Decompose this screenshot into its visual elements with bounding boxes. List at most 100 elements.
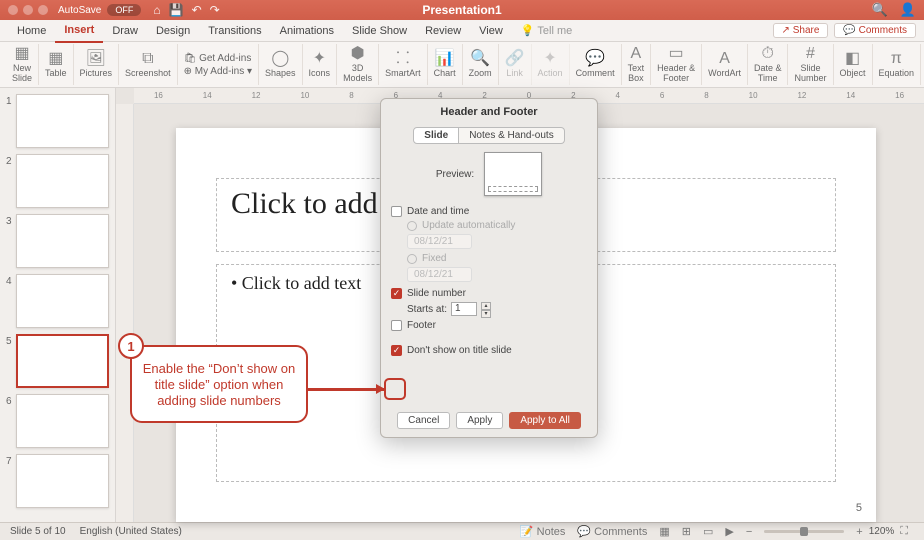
tab-insert[interactable]: Insert [55,19,103,43]
tab-slideshow[interactable]: Slide Show [343,20,416,42]
thumbnail-7[interactable]: 7 [6,454,109,508]
pictures-button[interactable]: 🖼Pictures [74,44,120,85]
thumbnail-1[interactable]: 1 [6,94,109,148]
action-button: ✦Action [532,44,570,85]
document-title: Presentation1 [422,3,501,17]
status-language[interactable]: English (United States) [80,526,182,537]
header-footer-dialog: Header and Footer Slide Notes & Hand-out… [380,98,598,438]
wordart-button[interactable]: AWordArt [702,44,748,85]
apply-button[interactable]: Apply [456,412,503,429]
fixed-option: Fixed [407,253,587,264]
zoom-button[interactable]: 🔍Zoom [463,44,499,85]
share-button[interactable]: ↗ Share [773,23,829,38]
annotation-arrow [308,388,384,391]
zoom-in-button[interactable]: + [856,526,862,538]
fixed-date-field: 08/12/21 [407,267,472,282]
smartart-button[interactable]: ⸬SmartArt [379,44,428,85]
user-icon[interactable]: 👤 [900,2,916,18]
preview-thumbnail [484,152,542,196]
slide-number-checkbox[interactable]: ✓ [391,288,402,299]
dont-show-title-checkbox[interactable]: ✓ [391,345,402,356]
window-controls[interactable] [8,5,48,15]
apply-all-button[interactable]: Apply to All [509,412,580,429]
undo-icon[interactable]: ↶ [192,3,202,17]
chart-button[interactable]: 📊Chart [428,44,463,85]
starts-at-row: Starts at: 1 ▴▾ [407,302,587,316]
tab-slide[interactable]: Slide [413,127,459,144]
auto-date-field: 08/12/21 [407,234,472,249]
zoom-slider[interactable] [764,530,844,533]
new-slide-button[interactable]: ▦New Slide [6,44,39,85]
get-addins-button[interactable]: 🛍 Get Add-ins [184,53,252,64]
annotation-callout: 1 Enable the “Don’t show on title slide”… [130,345,308,423]
footer-option[interactable]: Footer [391,320,587,331]
tab-animations[interactable]: Animations [271,20,343,42]
footer-checkbox[interactable] [391,320,402,331]
ribbon-tabs: Home Insert Draw Design Transitions Anim… [0,20,924,42]
dialog-title: Header and Footer [381,99,597,125]
redo-icon[interactable]: ↷ [210,3,220,17]
starts-at-stepper[interactable]: ▴▾ [481,302,491,316]
link-button: 🔗Link [499,44,532,85]
3d-models-button[interactable]: ⬢3D Models [337,44,379,85]
slide-page-number: 5 [856,502,862,514]
date-time-option[interactable]: Date and time [391,206,587,217]
search-icon[interactable]: 🔍 [872,2,888,18]
thumbnail-2[interactable]: 2 [6,154,109,208]
status-slide-count: Slide 5 of 10 [10,526,66,537]
tab-view[interactable]: View [470,20,512,42]
vertical-ruler [116,104,134,522]
comments-status-button[interactable]: 💬 Comments [577,525,647,538]
tab-notes-handouts[interactable]: Notes & Hand-outs [459,127,565,144]
comments-button[interactable]: 💬 Comments [834,23,916,38]
date-time-checkbox[interactable] [391,206,402,217]
tab-review[interactable]: Review [416,20,470,42]
autosave-toggle[interactable]: OFF [107,4,141,16]
equation-button[interactable]: πEquation [873,44,922,85]
datetime-button[interactable]: ⏱Date & Time [748,44,789,85]
object-button[interactable]: ◧Object [834,44,873,85]
normal-view-icon[interactable]: ▦ [659,525,669,538]
slidenumber-button[interactable]: #Slide Number [788,44,833,85]
slide-thumbnails[interactable]: 1 2 3 4 5 6 7 [0,88,116,522]
notes-button[interactable]: 📝 Notes [520,525,566,538]
thumbnail-4[interactable]: 4 [6,274,109,328]
home-icon[interactable]: ⌂ [153,3,160,17]
tab-transitions[interactable]: Transitions [199,20,270,42]
table-button[interactable]: ▦Table [39,44,74,85]
tab-draw[interactable]: Draw [103,20,147,42]
slide-number-option[interactable]: ✓Slide number [391,288,587,299]
comment-button[interactable]: 💬Comment [570,44,622,85]
annotation-number: 1 [118,333,144,359]
screenshot-button[interactable]: ⧉Screenshot [119,44,178,85]
save-icon[interactable]: 💾 [169,3,184,17]
starts-at-label: Starts at: [407,304,447,315]
thumbnail-3[interactable]: 3 [6,214,109,268]
autosave-label: AutoSave [58,5,101,16]
icons-button[interactable]: ✦Icons [303,44,338,85]
titlebar: AutoSave OFF ⌂ 💾 ↶ ↷ Presentation1 🔍 👤 [0,0,924,20]
starts-at-input[interactable]: 1 [451,302,477,316]
thumbnail-6[interactable]: 6 [6,394,109,448]
addins-group[interactable]: 🛍 Get Add-ins ⊕ My Add-ins ▾ [178,44,259,85]
tab-home[interactable]: Home [8,20,55,42]
slideshow-view-icon[interactable]: ▶ [725,525,733,538]
dont-show-title-option[interactable]: ✓Don't show on title slide [391,345,587,356]
thumbnail-5[interactable]: 5 [6,334,109,388]
status-bar: Slide 5 of 10 English (United States) 📝 … [0,522,924,540]
annotation-text: Enable the “Don’t show on title slide” o… [142,361,296,409]
tab-design[interactable]: Design [147,20,199,42]
ribbon: ▦New Slide ▦Table 🖼Pictures ⧉Screenshot … [0,42,924,88]
my-addins-button[interactable]: ⊕ My Add-ins ▾ [184,66,252,77]
cancel-button[interactable]: Cancel [397,412,450,429]
header-footer-button[interactable]: ▭Header & Footer [651,44,702,85]
zoom-level[interactable]: 120% [869,526,895,537]
tab-tellme[interactable]: 💡 Tell me [512,20,581,42]
fit-to-window-icon[interactable]: ⛶ [900,525,908,538]
shapes-button[interactable]: ◯Shapes [259,44,303,85]
reading-view-icon[interactable]: ▭ [703,525,713,538]
textbox-button[interactable]: AText Box [622,44,652,85]
zoom-out-button[interactable]: − [746,526,752,538]
update-auto-option: Update automatically [407,220,587,231]
sorter-view-icon[interactable]: ⊞ [682,525,691,538]
